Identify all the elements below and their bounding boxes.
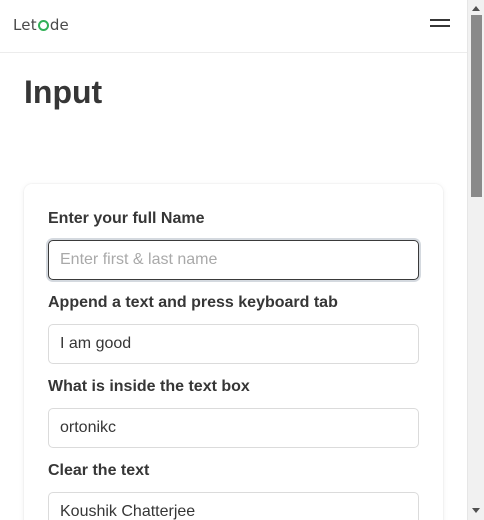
full-name-input[interactable] bbox=[48, 240, 419, 280]
clear-text-label: Clear the text bbox=[48, 462, 150, 479]
menu-line-top bbox=[430, 19, 450, 21]
text-box-content-label: What is inside the text box bbox=[48, 378, 250, 395]
scroll-down-arrow-icon[interactable] bbox=[472, 508, 480, 513]
logo-text-suffix: de bbox=[49, 16, 69, 34]
text-box-content-input[interactable] bbox=[48, 408, 419, 448]
input-form-card: Enter your full Name Append a text and p… bbox=[24, 184, 443, 520]
site-logo[interactable]: Let de bbox=[13, 16, 69, 34]
hamburger-menu-icon[interactable] bbox=[429, 16, 451, 32]
page-viewport: Letde Input Enter your full Name Append … bbox=[0, 0, 467, 520]
scrollbar-thumb[interactable] bbox=[471, 15, 482, 197]
navbar: Let de bbox=[0, 0, 467, 53]
page-title: Input bbox=[24, 74, 103, 110]
scroll-up-arrow-icon[interactable] bbox=[472, 6, 480, 11]
clear-text-input[interactable] bbox=[48, 492, 419, 520]
append-text-label: Append a text and press keyboard tab bbox=[48, 294, 338, 311]
menu-line-bottom bbox=[430, 25, 450, 27]
logo-plus-icon bbox=[37, 19, 49, 31]
append-text-input[interactable] bbox=[48, 324, 419, 364]
logo-text-prefix: Let bbox=[13, 16, 37, 34]
vertical-scrollbar[interactable] bbox=[467, 0, 484, 520]
full-name-label: Enter your full Name bbox=[48, 210, 205, 227]
